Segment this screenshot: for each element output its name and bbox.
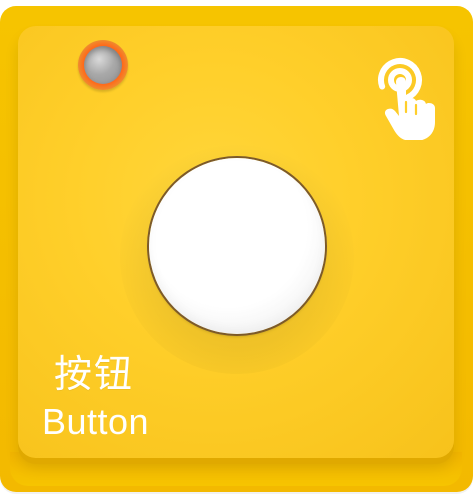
label-english: Button <box>42 401 150 442</box>
button-module: 按钮 Button <box>0 0 473 495</box>
tap-finger-icon <box>378 58 435 140</box>
led-lens <box>84 46 122 84</box>
push-button[interactable] <box>149 158 325 334</box>
label-chinese: 按钮 <box>54 352 135 396</box>
